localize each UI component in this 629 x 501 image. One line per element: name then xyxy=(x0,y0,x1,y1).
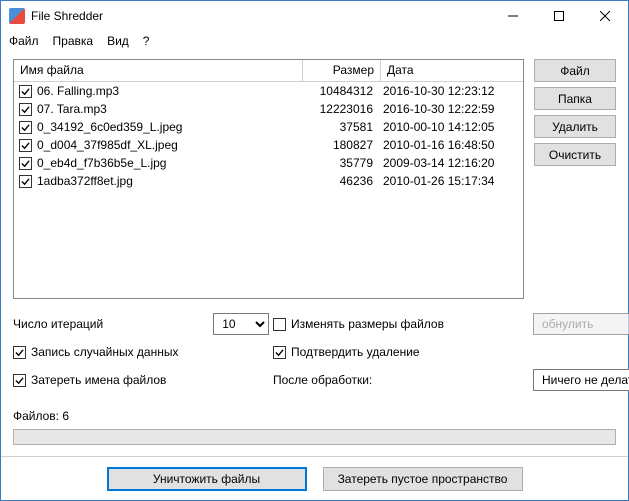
file-name: 0_d004_37f985df_XL.jpeg xyxy=(37,138,301,152)
clear-button[interactable]: Очистить xyxy=(534,143,616,166)
file-name: 0_34192_6c0ed359_L.jpeg xyxy=(37,120,301,134)
window-title: File Shredder xyxy=(31,9,490,23)
confirm-delete-checkbox[interactable]: Подтвердить удаление xyxy=(273,345,533,359)
file-list-header: Имя файла Размер Дата xyxy=(14,60,523,82)
shred-button[interactable]: Уничтожить файлы xyxy=(107,467,307,491)
file-size: 46236 xyxy=(301,174,379,188)
side-buttons: Файл Папка Удалить Очистить xyxy=(534,59,616,299)
remove-button[interactable]: Удалить xyxy=(534,115,616,138)
after-processing-label: После обработки: xyxy=(273,373,533,387)
file-date: 2016-10-30 12:22:59 xyxy=(379,102,521,116)
iterations-label: Число итераций xyxy=(13,317,103,331)
file-date: 2010-00-10 14:12:05 xyxy=(379,120,521,134)
app-icon xyxy=(9,8,25,24)
menu-edit[interactable]: Правка xyxy=(53,34,94,48)
file-list-body: 06. Falling.mp3104843122016-10-30 12:23:… xyxy=(14,82,523,298)
column-size[interactable]: Размер xyxy=(303,60,381,81)
file-name: 07. Tara.mp3 xyxy=(37,102,301,116)
checkbox-icon xyxy=(273,346,286,359)
column-date[interactable]: Дата xyxy=(381,60,523,81)
resize-files-checkbox-label: Изменять размеры файлов xyxy=(291,317,444,331)
file-size: 37581 xyxy=(301,120,379,134)
close-button[interactable] xyxy=(582,1,628,31)
file-size: 180827 xyxy=(301,138,379,152)
row-checkbox[interactable] xyxy=(19,139,32,152)
random-data-checkbox[interactable]: Запись случайных данных xyxy=(13,345,273,359)
file-name: 0_eb4d_f7b36b5e_L.jpg xyxy=(37,156,301,170)
menu-help[interactable]: ? xyxy=(143,34,150,48)
status-label: Файлов: 6 xyxy=(13,409,616,423)
add-file-button[interactable]: Файл xyxy=(534,59,616,82)
progress-bar xyxy=(13,429,616,445)
menubar: Файл Правка Вид ? xyxy=(1,31,628,51)
maximize-button[interactable] xyxy=(536,1,582,31)
file-date: 2009-03-14 12:16:20 xyxy=(379,156,521,170)
file-date: 2016-10-30 12:23:12 xyxy=(379,84,521,98)
row-checkbox[interactable] xyxy=(19,157,32,170)
table-row[interactable]: 0_d004_37f985df_XL.jpeg1808272010-01-16 … xyxy=(14,136,523,154)
column-name[interactable]: Имя файла xyxy=(14,60,303,81)
file-name: 1adba372ff8et.jpg xyxy=(37,174,301,188)
titlebar: File Shredder xyxy=(1,1,628,31)
table-row[interactable]: 1adba372ff8et.jpg462362010-01-26 15:17:3… xyxy=(14,172,523,190)
confirm-delete-checkbox-label: Подтвердить удаление xyxy=(291,345,420,359)
file-size: 12223016 xyxy=(301,102,379,116)
add-folder-button[interactable]: Папка xyxy=(534,87,616,110)
iterations-select[interactable]: 10 xyxy=(213,313,269,335)
after-processing-select[interactable]: Ничего не делать xyxy=(533,369,629,391)
checkbox-icon xyxy=(273,318,286,331)
file-date: 2010-01-16 16:48:50 xyxy=(379,138,521,152)
row-checkbox[interactable] xyxy=(19,103,32,116)
checkbox-icon xyxy=(13,374,26,387)
table-row[interactable]: 0_34192_6c0ed359_L.jpeg375812010-00-10 1… xyxy=(14,118,523,136)
random-data-checkbox-label: Запись случайных данных xyxy=(31,345,178,359)
wipe-space-button[interactable]: Затереть пустое пространство xyxy=(323,467,523,491)
wipe-names-checkbox[interactable]: Затереть имена файлов xyxy=(13,373,273,387)
footer: Уничтожить файлы Затереть пустое простра… xyxy=(1,456,628,500)
file-name: 06. Falling.mp3 xyxy=(37,84,301,98)
file-size: 35779 xyxy=(301,156,379,170)
table-row[interactable]: 07. Tara.mp3122230162016-10-30 12:22:59 xyxy=(14,100,523,118)
menu-file[interactable]: Файл xyxy=(9,34,39,48)
row-checkbox[interactable] xyxy=(19,85,32,98)
menu-view[interactable]: Вид xyxy=(107,34,129,48)
resize-files-checkbox[interactable]: Изменять размеры файлов xyxy=(273,317,533,331)
minimize-button[interactable] xyxy=(490,1,536,31)
wipe-names-checkbox-label: Затереть имена файлов xyxy=(31,373,166,387)
file-date: 2010-01-26 15:17:34 xyxy=(379,174,521,188)
row-checkbox[interactable] xyxy=(19,175,32,188)
reset-select: обнулить xyxy=(533,313,629,335)
row-checkbox[interactable] xyxy=(19,121,32,134)
checkbox-icon xyxy=(13,346,26,359)
table-row[interactable]: 0_eb4d_f7b36b5e_L.jpg357792009-03-14 12:… xyxy=(14,154,523,172)
file-list[interactable]: Имя файла Размер Дата 06. Falling.mp3104… xyxy=(13,59,524,299)
file-size: 10484312 xyxy=(301,84,379,98)
table-row[interactable]: 06. Falling.mp3104843122016-10-30 12:23:… xyxy=(14,82,523,100)
